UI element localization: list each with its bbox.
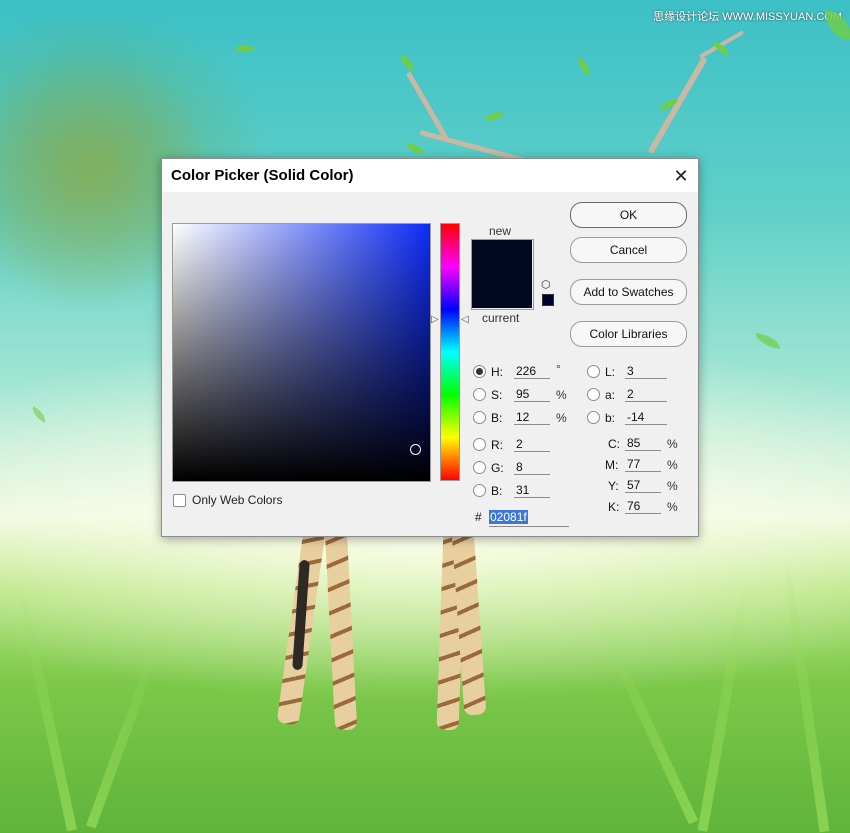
black-field[interactable]: 76 [625,498,661,514]
hue-label: H: [491,365,503,379]
saturation-radio[interactable] [473,388,486,401]
black-label: K: [608,500,620,514]
magenta-label: M: [605,458,619,472]
color-field[interactable] [172,223,431,482]
grass-blade [86,637,164,829]
brightness-field[interactable]: 12 [514,409,550,425]
cyan-field[interactable]: 85 [625,435,661,451]
red-label: R: [491,438,503,452]
background-leaf [484,107,504,126]
hex-value-selected: 02081f [489,510,528,524]
yellow-unit: % [667,479,678,493]
watermark-text: 思缘设计论坛 WWW.MISSYUAN.COM [653,11,842,23]
color-field-cursor[interactable] [410,444,421,455]
magenta-field[interactable]: 77 [625,456,661,472]
giraffe-leg [324,529,358,731]
close-icon[interactable]: ✕ [670,165,692,187]
hue-unit: ° [556,362,561,376]
lab-b-radio[interactable] [587,411,600,424]
background-branch [647,56,708,155]
lab-l-field[interactable]: 3 [625,363,667,379]
background-leaf [405,142,425,155]
red-field[interactable]: 2 [514,436,550,452]
green-field[interactable]: 8 [514,459,550,475]
yellow-label: Y: [608,479,619,493]
dialog-title: Color Picker (Solid Color) [171,167,354,184]
brightness-radio[interactable] [473,411,486,424]
lab-b-label: b: [605,411,616,425]
color-picker-dialog: Color Picker (Solid Color) ✕ ▷ ◁ new cur… [161,158,699,537]
background-leaf [235,41,255,56]
lab-a-field[interactable]: 2 [625,386,667,402]
saturation-label: S: [491,388,503,402]
hex-label: # [475,510,482,524]
hue-field[interactable]: 226 [514,363,550,379]
background-leaf [28,406,50,423]
grass-blade [780,553,830,833]
cyan-label: C: [608,437,620,451]
ok-button[interactable]: OK [570,202,687,228]
out-of-gamut-cube-icon[interactable]: ⬡ [541,279,553,291]
lab-b-field[interactable]: -14 [625,409,667,425]
brightness-unit: % [556,411,567,425]
cyan-unit: % [667,437,678,451]
background-leaf [825,10,850,40]
blue-field[interactable]: 31 [514,482,550,498]
hue-radio[interactable] [473,365,486,378]
brightness-label: B: [491,411,503,425]
add-to-swatches-button[interactable]: Add to Swatches [570,279,687,305]
black-unit: % [667,500,678,514]
green-label: G: [491,461,504,475]
background-leaf [754,332,782,350]
hue-slider-left-arrow-icon[interactable]: ▷ [431,315,439,325]
magenta-unit: % [667,458,678,472]
grass-blade [697,574,753,832]
current-label: current [482,311,520,325]
red-radio[interactable] [473,438,486,451]
only-web-colors-label: Only Web Colors [192,493,283,507]
saturation-field[interactable]: 95 [514,386,550,402]
hue-slider[interactable] [440,223,460,481]
web-safe-color-swatch[interactable] [542,294,554,306]
background-leaf [574,57,594,76]
lab-a-radio[interactable] [587,388,600,401]
title-bar[interactable]: Color Picker (Solid Color) ✕ [162,159,698,192]
color-libraries-button[interactable]: Color Libraries [570,321,687,347]
hue-slider-right-arrow-icon[interactable]: ◁ [461,315,469,325]
new-label: new [489,224,512,238]
grass-blade [591,611,699,825]
green-radio[interactable] [473,461,486,474]
lab-a-label: a: [605,388,616,402]
background-leaf [396,54,418,71]
yellow-field[interactable]: 57 [625,477,661,493]
saturation-unit: % [556,388,567,402]
blue-label: B: [491,484,503,498]
cancel-button[interactable]: Cancel [570,237,687,263]
blue-radio[interactable] [473,484,486,497]
only-web-colors-checkbox[interactable] [173,494,186,507]
hex-field[interactable]: 02081f [489,510,569,527]
grass-blade [13,574,77,832]
swatch-frame [471,239,534,310]
lab-l-radio[interactable] [587,365,600,378]
lab-l-label: L: [605,365,616,379]
